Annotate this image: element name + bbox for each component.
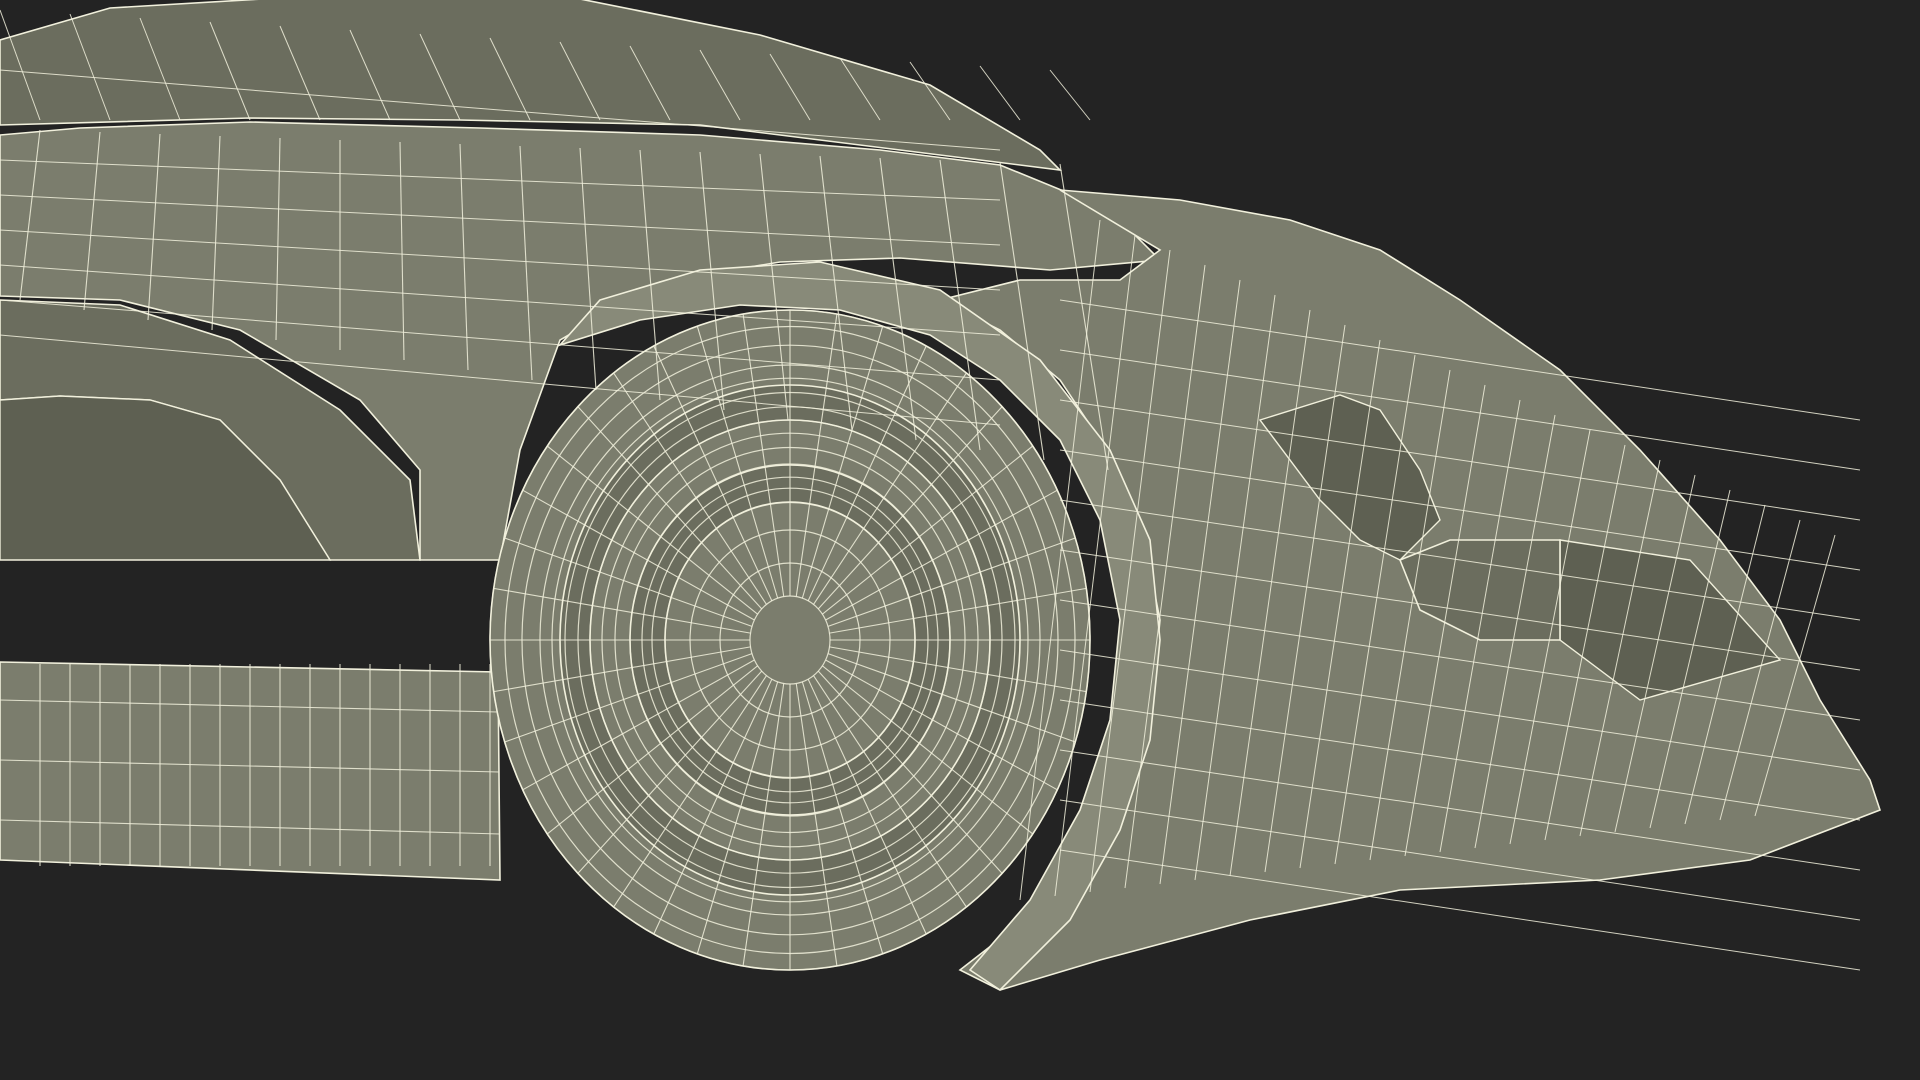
render-viewport (0, 0, 1920, 1080)
wireframe-render (0, 0, 1920, 1080)
